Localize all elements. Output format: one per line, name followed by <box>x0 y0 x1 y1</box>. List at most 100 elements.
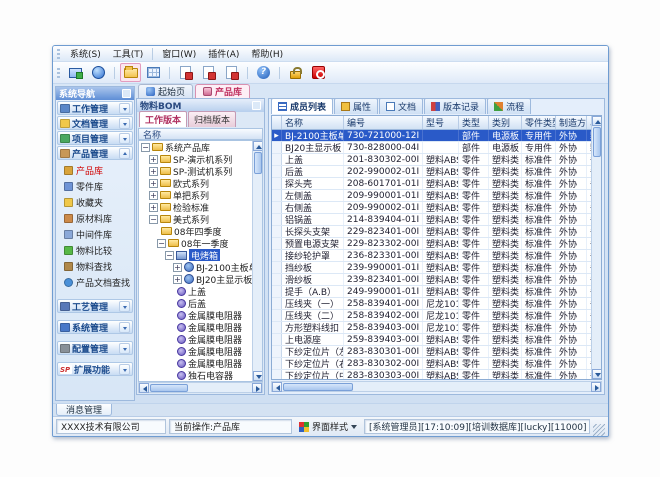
sidebar-section-3[interactable]: 产品管理 <box>57 146 133 160</box>
table-row[interactable]: 左侧盖209-990001-01I塑料ABS零件塑料类标准件外协条 <box>272 190 591 202</box>
tree-node[interactable]: +BJ20主显示板 <box>139 273 252 285</box>
table-horizontal-scrollbar[interactable] <box>271 381 602 392</box>
tree-node[interactable]: +欧式系列 <box>139 177 252 189</box>
tree-expand-icon[interactable]: + <box>149 179 158 188</box>
exit-button[interactable] <box>308 63 329 82</box>
chevron-down-icon[interactable] <box>119 103 130 114</box>
message-manager-tab[interactable]: 消息管理 <box>56 404 112 416</box>
scroll-left-icon[interactable] <box>139 383 149 393</box>
tree-expand-icon[interactable]: + <box>149 155 158 164</box>
row-selector[interactable] <box>272 190 282 201</box>
tree-expand-icon[interactable]: + <box>149 167 158 176</box>
tree-node[interactable]: +检验标准 <box>139 201 252 213</box>
table-row[interactable]: 压线夹（二）258-839402-00I尼龙1010零件塑料类标准件外协条 <box>272 310 591 322</box>
detail-tab-0[interactable]: 成员列表 <box>271 98 333 114</box>
table-row[interactable]: 接纱轮护罩236-823301-00I塑料ABS零件塑料类标准件外协条 <box>272 250 591 262</box>
sidebar-section-0[interactable]: 工作管理 <box>57 101 133 115</box>
row-selector[interactable] <box>272 226 282 237</box>
column-header[interactable]: 名称 <box>282 116 344 129</box>
row-selector[interactable] <box>272 154 282 165</box>
tree-vertical-scrollbar[interactable] <box>252 141 262 381</box>
table-row[interactable]: 探头壳208-601701-01I塑料ABS零件塑料类标准件外协条 <box>272 178 591 190</box>
scrollbar-thumb[interactable] <box>283 383 353 391</box>
column-header[interactable]: 类别 <box>489 116 522 129</box>
bom-pin-icon[interactable] <box>252 101 261 110</box>
sidebar-section-6[interactable]: 配置管理 <box>57 341 133 355</box>
tree-node[interactable]: +BJ-2100主板单点 <box>139 261 252 273</box>
row-selector[interactable] <box>272 334 282 345</box>
help-button[interactable] <box>253 63 274 82</box>
tree-collapse-icon[interactable]: − <box>141 143 150 152</box>
table-row[interactable]: ▸BJ-2100主板单点730-721000-12I部件电源板专用件外协颗 <box>272 130 591 142</box>
tree-node[interactable]: +SP-演示机系列 <box>139 153 252 165</box>
table-row[interactable]: 压线夹（一）258-839401-00I尼龙1010零件塑料类标准件外协条 <box>272 298 591 310</box>
tree-node[interactable]: 金属膜电阻器 <box>139 333 252 345</box>
bom-tab-0[interactable]: 工作版本 <box>139 111 187 127</box>
chevron-down-icon[interactable] <box>119 322 130 333</box>
tree-node[interactable]: 金属膜电阻器 <box>139 309 252 321</box>
tree-expand-icon[interactable]: + <box>173 263 182 272</box>
scroll-right-icon[interactable] <box>252 383 262 393</box>
window-export-button[interactable] <box>198 63 219 82</box>
bom-tab-1[interactable]: 归档版本 <box>188 111 236 127</box>
tree-horizontal-scrollbar[interactable] <box>138 382 263 393</box>
row-selector[interactable]: ▸ <box>272 130 282 141</box>
sidebar-item[interactable]: 产品文档查找 <box>56 274 134 290</box>
row-selector[interactable] <box>272 238 282 249</box>
scrollbar-thumb[interactable] <box>254 152 262 174</box>
column-header[interactable]: 型号 <box>423 116 459 129</box>
tree-node[interactable]: −美式系列 <box>139 213 252 225</box>
scroll-right-icon[interactable] <box>591 382 601 392</box>
sidebar-item[interactable]: 物料查找 <box>56 258 134 274</box>
scrollbar-thumb[interactable] <box>150 384 188 392</box>
sidebar-section-1[interactable]: 文档管理 <box>57 116 133 130</box>
tree-collapse-icon[interactable]: − <box>157 239 166 248</box>
table-row[interactable]: 预置电源支架229-823302-00I塑料ABS零件塑料类标准件外协条 <box>272 238 591 250</box>
scroll-up-icon[interactable] <box>592 116 602 126</box>
row-selector[interactable] <box>272 250 282 261</box>
new-report-button[interactable] <box>175 63 196 82</box>
scroll-up-icon[interactable] <box>253 141 263 151</box>
table-row[interactable]: 上盖201-830302-00I塑料ABS零件塑料类标准件外协条 <box>272 154 591 166</box>
table-row[interactable]: 右侧盖209-990002-01I塑料ABS零件塑料类标准件外协条 <box>272 202 591 214</box>
monitor-button[interactable] <box>65 63 86 82</box>
sidebar-section-5[interactable]: 系统管理 <box>57 320 133 334</box>
tree-node[interactable]: +SP-测试机系列 <box>139 165 252 177</box>
scrollbar-thumb[interactable] <box>593 127 601 157</box>
menu-item[interactable]: 窗口(W) <box>156 46 202 61</box>
table-row[interactable]: 后盖202-990002-01I塑料ABS零件塑料类标准件外协条 <box>272 166 591 178</box>
table-row[interactable]: 提手（A.B）249-990001-01I塑料ABS零件塑料类标准件外协条 <box>272 286 591 298</box>
tree-node[interactable]: −08年一季度 <box>139 237 252 249</box>
chevron-down-icon[interactable] <box>119 301 130 312</box>
sidebar-item[interactable]: 产品库 <box>56 162 134 178</box>
sidebar-item[interactable]: 物料比较 <box>56 242 134 258</box>
row-selector[interactable] <box>272 202 282 213</box>
row-selector[interactable] <box>272 322 282 333</box>
table-row[interactable]: 下纱定位片（左）283-830301-00I塑料ABS零件塑料类标准件外协条 <box>272 346 591 358</box>
tree-node[interactable]: −系统产品库 <box>139 141 252 153</box>
sidebar-item[interactable]: 收藏夹 <box>56 194 134 210</box>
tree-node[interactable]: 08年四季度 <box>139 225 252 237</box>
tree-collapse-icon[interactable]: − <box>149 215 158 224</box>
table-row[interactable]: 挡纱板239-990001-01I塑料ABS零件塑料类标准件外协条 <box>272 262 591 274</box>
column-header[interactable]: 零件类型 <box>522 116 556 129</box>
table-row[interactable]: 长探头支架229-823401-00I塑料ABS零件塑料类标准件外协条 <box>272 226 591 238</box>
row-selector[interactable] <box>272 310 282 321</box>
menu-item[interactable]: 插件(A) <box>202 46 245 61</box>
table-row[interactable]: BJ20主显示板730-828000-04I部件电源板专用件外协颗 <box>272 142 591 154</box>
row-selector[interactable] <box>272 370 282 379</box>
sidebar-section-4[interactable]: 工艺管理 <box>57 299 133 313</box>
row-selector[interactable] <box>272 274 282 285</box>
tree-node[interactable]: 独石电容器 <box>139 369 252 381</box>
sidebar-section-2[interactable]: 项目管理 <box>57 131 133 145</box>
detail-tab-3[interactable]: 版本记录 <box>424 98 486 114</box>
open-folder-button[interactable] <box>120 63 141 82</box>
tree-column-header[interactable]: 名称 <box>138 128 263 140</box>
table-row[interactable]: 下纱定位片（中）283-830303-00I塑料ABS零件塑料类标准件外协条 <box>272 370 591 379</box>
tree-expand-icon[interactable]: + <box>149 191 158 200</box>
menu-item[interactable]: 帮助(H) <box>245 46 289 61</box>
tree-node[interactable]: 金属膜电阻器 <box>139 357 252 369</box>
doc-tab-1[interactable]: 产品库 <box>195 84 250 98</box>
globe-button[interactable] <box>88 63 109 82</box>
chevron-down-icon[interactable] <box>119 118 130 129</box>
